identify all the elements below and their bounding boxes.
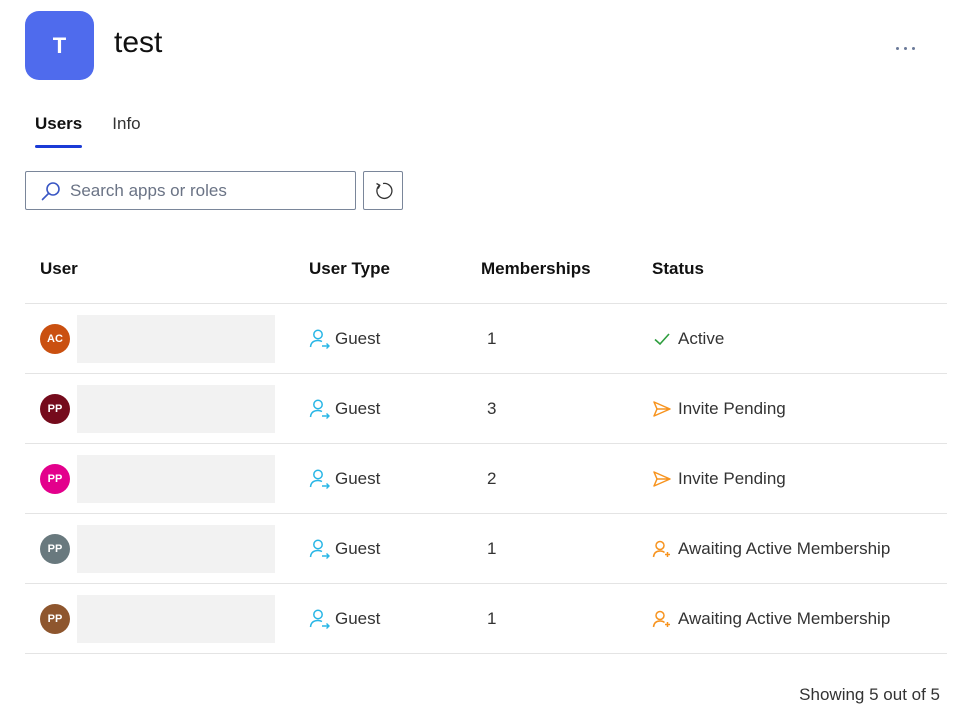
memberships-count: 3	[487, 398, 497, 418]
app-avatar: T	[25, 11, 94, 80]
column-header-status[interactable]: Status	[652, 259, 947, 279]
avatar: PP	[40, 463, 70, 494]
ellipsis-dot	[911, 46, 915, 50]
memberships-count: 1	[487, 328, 497, 348]
status-cell: Awaiting Active Membership	[652, 539, 947, 559]
column-header-user[interactable]: User	[25, 259, 309, 279]
user-name-redacted[interactable]	[77, 384, 275, 433]
person-add-icon	[652, 610, 670, 627]
user-type-label: Guest	[335, 398, 381, 418]
status-cell: Active	[652, 329, 947, 349]
table-row[interactable]: PP Guest 2 Invite Pending	[25, 444, 947, 514]
check-icon	[654, 332, 670, 345]
ellipsis-icon	[895, 46, 899, 50]
status-label: Active	[678, 328, 725, 348]
user-type-label: Guest	[335, 328, 381, 348]
user-cell: AC	[25, 314, 309, 363]
tab-info[interactable]: Info	[112, 114, 140, 148]
avatar: PP	[40, 603, 70, 634]
search-icon	[41, 181, 60, 200]
user-cell: PP	[25, 594, 309, 643]
user-type-cell: Guest	[309, 399, 481, 419]
send-icon	[653, 400, 671, 417]
user-type-cell: Guest	[309, 329, 481, 349]
user-type-label: Guest	[335, 468, 381, 488]
tab-bar: Users Info	[35, 114, 141, 148]
users-table: User User Type Memberships Status AC Gue…	[25, 234, 947, 654]
person-add-icon	[652, 540, 670, 557]
avatar: AC	[40, 323, 70, 354]
user-name-redacted[interactable]	[77, 524, 275, 573]
page-title: test	[114, 26, 163, 59]
memberships-count: 1	[487, 538, 497, 558]
status-label: Invite Pending	[678, 468, 786, 488]
showing-count: Showing 5 out of 5	[799, 685, 940, 704]
status-cell: Invite Pending	[652, 469, 947, 489]
avatar: PP	[40, 393, 70, 424]
user-cell: PP	[25, 524, 309, 573]
column-header-user-type[interactable]: User Type	[309, 259, 481, 279]
table-header: User User Type Memberships Status	[25, 234, 947, 304]
ellipsis-dot	[903, 46, 907, 50]
refresh-button[interactable]	[363, 171, 403, 210]
user-type-cell: Guest	[309, 609, 481, 629]
refresh-icon	[376, 182, 393, 199]
status-label: Awaiting Active Membership	[678, 538, 891, 558]
table-row[interactable]: PP Guest 1 Awaiting Active Membership	[25, 514, 947, 584]
status-cell: Invite Pending	[652, 399, 947, 419]
memberships-count: 1	[487, 608, 497, 628]
status-cell: Awaiting Active Membership	[652, 609, 947, 629]
user-type-label: Guest	[335, 608, 381, 628]
tab-users[interactable]: Users	[35, 114, 83, 148]
column-header-memberships[interactable]: Memberships	[481, 259, 652, 279]
memberships-count: 2	[487, 468, 497, 488]
avatar: PP	[40, 533, 70, 564]
guest-user-icon	[309, 469, 330, 489]
send-icon	[653, 470, 671, 487]
user-name-redacted[interactable]	[77, 454, 275, 503]
user-name-redacted[interactable]	[77, 594, 275, 643]
user-type-cell: Guest	[309, 539, 481, 559]
guest-user-icon	[309, 329, 330, 349]
user-cell: PP	[25, 384, 309, 433]
table-row[interactable]: PP Guest 1 Awaiting Active Membership	[25, 584, 947, 654]
search-field[interactable]	[25, 171, 356, 210]
user-type-label: Guest	[335, 538, 381, 558]
table-row[interactable]: AC Guest 1 Active	[25, 304, 947, 374]
user-cell: PP	[25, 454, 309, 503]
status-label: Awaiting Active Membership	[678, 608, 891, 628]
user-type-cell: Guest	[309, 469, 481, 489]
status-label: Invite Pending	[678, 398, 786, 418]
guest-user-icon	[309, 539, 330, 559]
guest-user-icon	[309, 609, 330, 629]
table-row[interactable]: PP Guest 3 Invite Pending	[25, 374, 947, 444]
more-options-button[interactable]	[888, 36, 922, 60]
guest-user-icon	[309, 399, 330, 419]
search-input[interactable]	[70, 180, 330, 201]
user-name-redacted[interactable]	[77, 314, 275, 363]
